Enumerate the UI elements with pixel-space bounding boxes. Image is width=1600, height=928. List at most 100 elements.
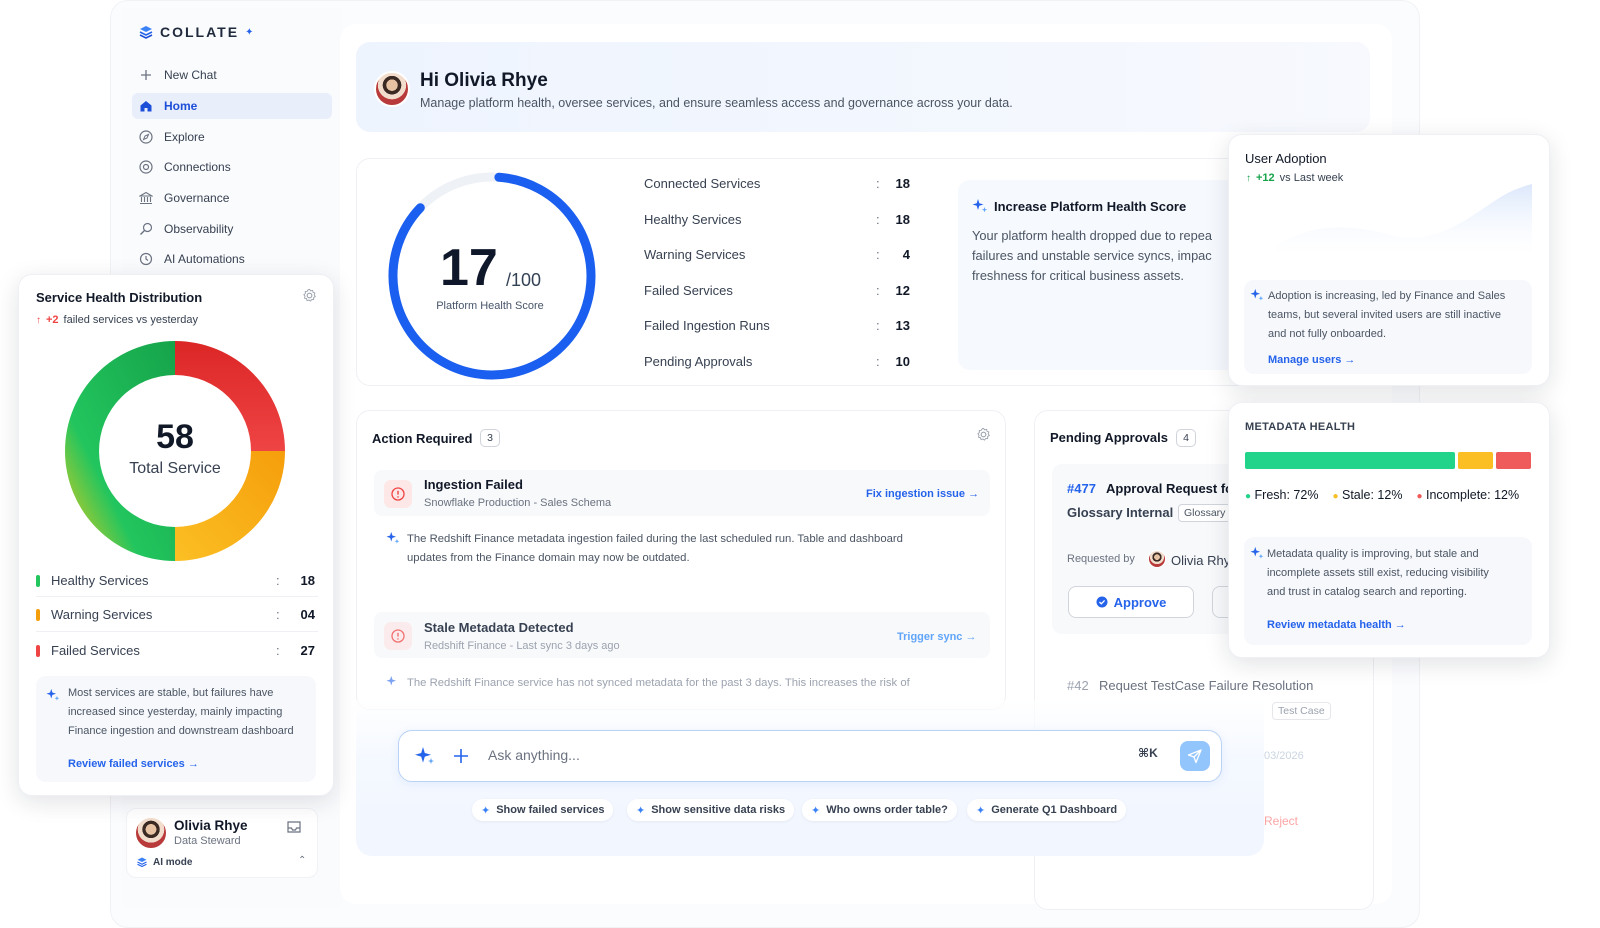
sidebar-item-governance[interactable]: Governance	[132, 185, 332, 211]
sidebar-item-new-chat[interactable]: New Chat	[132, 62, 332, 88]
sparkle-icon: ✦	[811, 804, 821, 817]
adoption-note-text: Adoption is increasing, led by Finance a…	[1268, 287, 1538, 344]
inbox-icon[interactable]	[286, 820, 302, 834]
note-line: increased since yesterday, mainly impact…	[68, 706, 283, 718]
delta-value: +2	[46, 314, 59, 326]
connections-icon	[138, 159, 154, 175]
stat-value: 18	[895, 212, 910, 227]
sparkle-icon	[386, 675, 400, 689]
legend-color	[36, 645, 40, 657]
send-button[interactable]	[1180, 741, 1210, 771]
legend-value: 18	[300, 573, 315, 588]
legend-value: 27	[300, 643, 315, 658]
approve-label: Approve	[1113, 594, 1167, 610]
sidebar-item-label: Governance	[164, 191, 230, 205]
sidebar-item-connections[interactable]: Connections	[132, 154, 332, 180]
delta-text: failed services vs yesterday	[63, 314, 199, 326]
legend-incomplete: ● Incomplete: 12%	[1416, 488, 1519, 502]
send-icon	[1187, 749, 1202, 764]
sparkle-icon	[1250, 546, 1264, 560]
error-icon	[384, 622, 412, 650]
legend-stale: ● Stale: 12%	[1332, 488, 1402, 502]
legend-fresh: ● Fresh: 72%	[1245, 488, 1318, 502]
suggestion-chip[interactable]: ✦ Who owns order table?	[802, 799, 957, 821]
note-line: Most services are stable, but failures h…	[68, 687, 274, 699]
stat-row-failed-runs: Failed Ingestion Runs:13	[644, 318, 914, 338]
check-circle-icon	[1096, 596, 1108, 608]
home-icon	[138, 98, 154, 114]
stat-row-warning: Warning Services: 4	[644, 247, 914, 267]
stat-row-healthy: Healthy Services:18	[644, 212, 914, 232]
ask-input[interactable]: Ask anything...	[488, 747, 580, 763]
service-health-title: Service Health Distribution	[36, 290, 203, 305]
test-case-tag: Test Case	[1272, 702, 1331, 720]
sidebar-item-label: Observability	[164, 222, 234, 236]
sparkle-icon	[386, 531, 400, 545]
stat-row-pending: Pending Approvals:10	[644, 354, 914, 374]
reject-button[interactable]: Reject	[1264, 814, 1298, 828]
settings-icon[interactable]	[976, 427, 991, 442]
suggestion-chip[interactable]: ✦ Show failed services	[472, 799, 614, 821]
adoption-sparkline	[1276, 184, 1532, 256]
collate-logo-icon	[137, 857, 147, 868]
requester-name: Olivia Rhy	[1171, 553, 1231, 568]
stat-colon: :	[876, 176, 880, 191]
platform-health-score: 17	[440, 239, 498, 297]
stat-label: Failed Ingestion Runs	[644, 318, 770, 333]
stale-segment	[1458, 452, 1493, 469]
sidebar-item-observability[interactable]: Observability	[132, 216, 332, 242]
requester-avatar	[1148, 550, 1166, 568]
observability-icon	[138, 221, 154, 237]
stat-label: Failed Services	[644, 283, 733, 298]
automation-icon	[138, 251, 154, 267]
body-line: The Redshift Finance service has not syn…	[407, 677, 910, 689]
suggestion-chip[interactable]: ✦ Generate Q1 Dashboard	[967, 799, 1127, 821]
review-metadata-health-link[interactable]: Review metadata health →	[1267, 619, 1406, 631]
trigger-sync-link[interactable]: Trigger sync →	[897, 631, 976, 643]
governance-icon	[138, 190, 154, 206]
approve-button[interactable]: Approve	[1068, 586, 1194, 618]
incomplete-segment	[1496, 452, 1531, 469]
legend-value: 04	[300, 607, 315, 622]
greeting-title: Hi Olivia Rhye	[420, 70, 548, 91]
logo-text: COLLATE	[160, 24, 240, 40]
request-date: 03/2026	[1264, 750, 1304, 762]
sidebar-item-explore[interactable]: Explore	[132, 124, 332, 150]
note-line: Finance ingestion and downstream dashboa…	[68, 725, 294, 737]
manage-users-link[interactable]: Manage users →	[1268, 354, 1355, 366]
app-logo[interactable]: COLLATE ✦	[138, 24, 255, 40]
legend-failed: Failed Services: 27	[36, 643, 318, 665]
insight-text: Your platform health dropped due to repe…	[972, 226, 1234, 292]
divider	[36, 631, 318, 632]
action-item-title: Stale Metadata Detected	[424, 620, 574, 635]
ai-mode-toggle[interactable]: AI mode	[136, 856, 192, 868]
sidebar-item-label: New Chat	[164, 68, 217, 82]
action-item-body: The Redshift Finance metadata ingestion …	[407, 530, 987, 568]
arrow-up-icon: ↑	[36, 314, 41, 326]
request-id[interactable]: #477	[1067, 481, 1096, 496]
stat-value: 10	[895, 354, 910, 369]
request-id[interactable]: #42	[1067, 678, 1089, 693]
attach-plus-icon[interactable]	[450, 745, 472, 767]
legend-color	[36, 575, 40, 587]
plus-icon	[138, 67, 154, 83]
sparkle-icon: ✦	[481, 804, 491, 817]
suggestion-chip[interactable]: ✦ Show sensitive data risks	[627, 799, 795, 821]
compass-icon	[138, 129, 154, 145]
sparkle-icon	[46, 688, 60, 702]
chevron-up-icon[interactable]: ⌃	[298, 855, 306, 866]
metadata-note-text: Metadata quality is improving, but stale…	[1267, 545, 1529, 602]
sidebar-item-home[interactable]: Home	[132, 93, 332, 119]
legend-color	[36, 609, 40, 621]
failed-delta: ↑ +2 failed services vs yesterday	[36, 314, 198, 326]
settings-icon[interactable]	[302, 288, 317, 303]
greeting-subtitle: Manage platform health, oversee services…	[420, 96, 1013, 110]
fix-ingestion-link[interactable]: Fix ingestion issue →	[866, 488, 979, 500]
stat-label: Pending Approvals	[644, 354, 753, 369]
stat-value: 13	[895, 318, 910, 333]
sidebar-item-ai-automations[interactable]: AI Automations	[132, 246, 332, 272]
legend-colon: :	[276, 607, 280, 622]
total-services-value: 58	[156, 418, 194, 456]
legend-colon: :	[276, 643, 280, 658]
review-failed-services-link[interactable]: Review failed services →	[68, 758, 199, 770]
